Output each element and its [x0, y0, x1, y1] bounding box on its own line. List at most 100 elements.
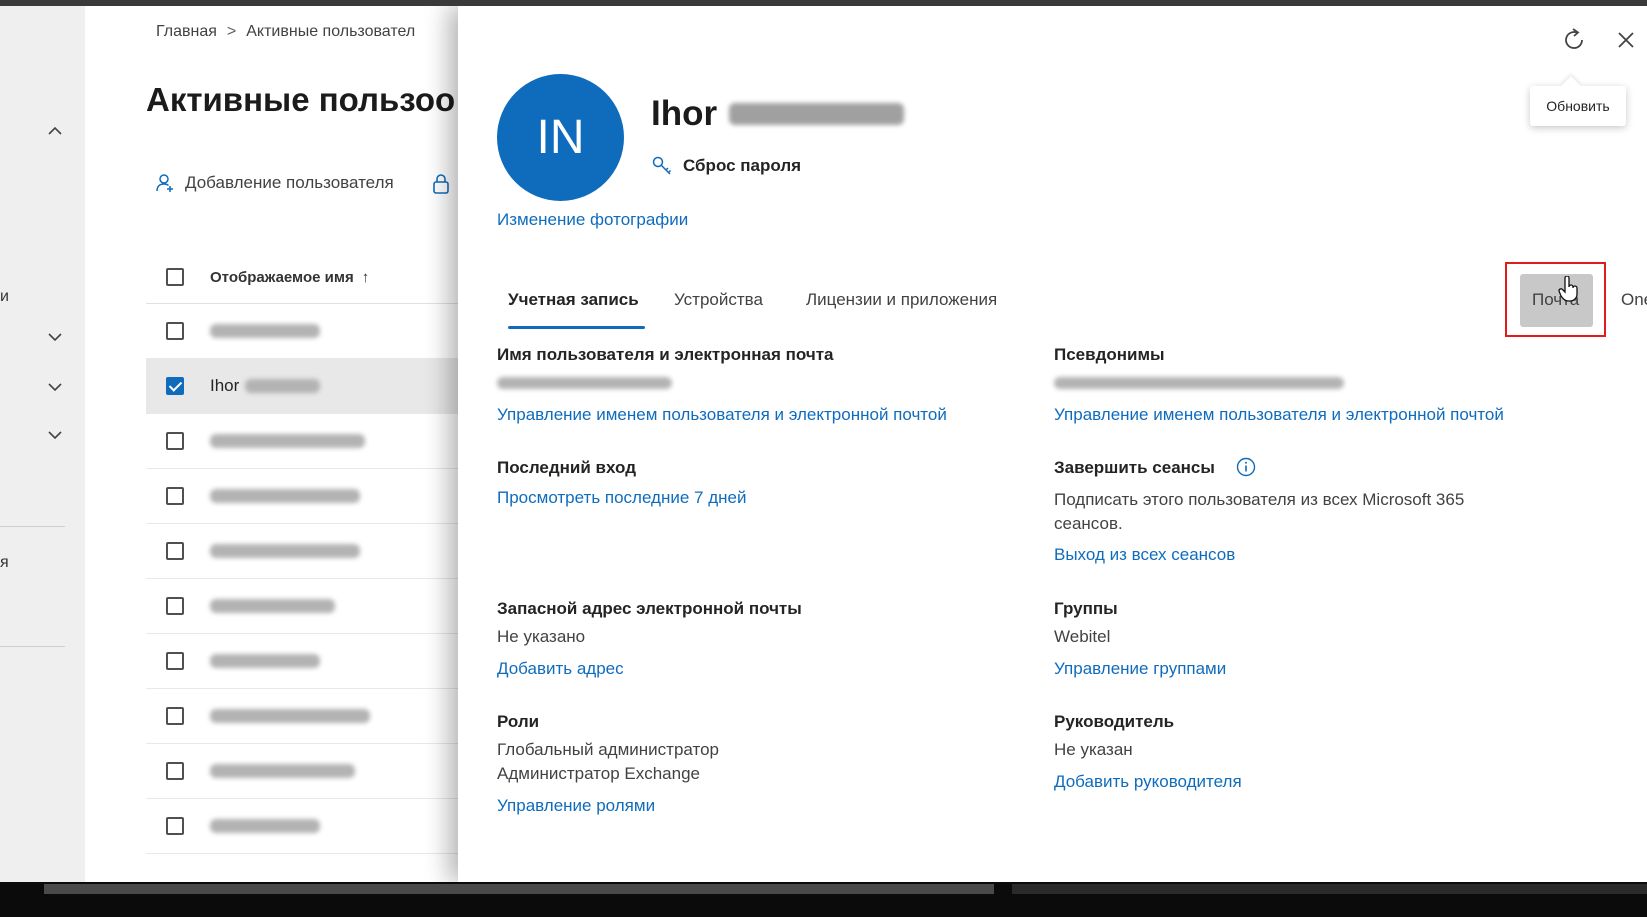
tab-devices[interactable]: Устройства	[674, 290, 763, 310]
table-row[interactable]: Ihor	[146, 359, 466, 414]
row-name: Ihor	[210, 376, 240, 395]
view-last-7-days-link[interactable]: Просмотреть последние 7 дней	[497, 488, 746, 508]
breadcrumb: Главная > Активные пользовател	[156, 23, 415, 41]
bottom-bar	[0, 882, 1647, 917]
chevron-down-icon[interactable]	[46, 328, 64, 346]
nav-divider	[0, 526, 65, 527]
manager-title: Руководитель	[1054, 712, 1175, 731]
row-checkbox[interactable]	[166, 542, 184, 560]
change-photo-link[interactable]: Изменение фотографии	[497, 210, 688, 230]
hand-cursor-icon	[1558, 276, 1578, 302]
table-row[interactable]	[146, 689, 466, 744]
redacted-name	[210, 654, 320, 668]
select-all-checkbox[interactable]	[166, 268, 184, 286]
avatar: IN	[497, 74, 624, 201]
chevron-up-icon[interactable]	[46, 122, 64, 140]
table-row[interactable]	[146, 744, 466, 799]
redacted-name	[210, 489, 360, 503]
left-nav: и я	[0, 6, 85, 882]
reset-password-label: Сброс пароля	[683, 156, 802, 175]
manage-groups-link[interactable]: Управление группами	[1054, 659, 1226, 679]
horizontal-scrollbar[interactable]	[44, 884, 994, 894]
role-global-admin: Глобальный администратор	[497, 740, 719, 759]
column-display-name[interactable]: Отображаемое имя	[210, 269, 354, 286]
row-checkbox[interactable]	[166, 377, 184, 395]
table-row[interactable]	[146, 469, 466, 524]
redacted-name	[245, 379, 321, 393]
groups-title: Группы	[1054, 599, 1118, 618]
sign-out-sessions-title: Завершить сеансы	[1054, 458, 1215, 477]
table-row[interactable]	[146, 579, 466, 634]
key-icon	[652, 156, 672, 175]
redacted-last-name	[729, 103, 905, 125]
table-row[interactable]	[146, 524, 466, 579]
users-list: Отображаемое имя ↑ Ihor	[146, 251, 466, 854]
user-name: Ihor	[651, 94, 905, 134]
close-icon[interactable]	[1614, 28, 1638, 52]
page-title: Активные пользоо	[146, 81, 456, 118]
manage-username-link[interactable]: Управление именем пользователя и электро…	[497, 405, 947, 425]
reset-password-button[interactable]: Сброс пароля	[651, 155, 801, 177]
tab-account[interactable]: Учетная запись	[508, 290, 639, 310]
nav-label-fragment: я	[0, 554, 9, 571]
user-first-name: Ihor	[651, 94, 718, 133]
username-email-title: Имя пользователя и электронная почта	[497, 345, 834, 364]
redacted-name	[210, 599, 335, 613]
sign-out-all-link[interactable]: Выход из всех сеансов	[1054, 545, 1235, 565]
person-add-icon	[156, 174, 173, 192]
table-row[interactable]	[146, 799, 466, 854]
row-checkbox[interactable]	[166, 322, 184, 340]
redacted-name	[210, 764, 355, 778]
manage-roles-link[interactable]: Управление ролями	[497, 796, 655, 816]
nav-divider	[0, 646, 65, 647]
row-checkbox[interactable]	[166, 652, 184, 670]
add-user-label: Добавление пользователя	[185, 173, 394, 192]
manage-aliases-link[interactable]: Управление именем пользователя и электро…	[1054, 405, 1504, 425]
refresh-icon[interactable]	[1560, 26, 1588, 54]
breadcrumb-current: Активные пользовател	[246, 23, 416, 40]
last-sign-in-title: Последний вход	[497, 458, 636, 477]
groups-value: Webitel	[1054, 627, 1111, 646]
chevron-down-icon[interactable]	[46, 378, 64, 396]
redacted-alias	[1054, 377, 1344, 389]
aliases-title: Псевдонимы	[1054, 345, 1165, 364]
sign-out-description-line1: Подписать этого пользователя из всех Mic…	[1054, 490, 1465, 509]
row-checkbox[interactable]	[166, 432, 184, 450]
sort-arrow-icon: ↑	[361, 268, 370, 286]
list-header: Отображаемое имя ↑	[146, 251, 466, 304]
breadcrumb-home[interactable]: Главная	[156, 23, 217, 40]
nav-label-fragment: и	[0, 288, 9, 305]
add-address-link[interactable]: Добавить адрес	[497, 659, 624, 679]
redacted-email	[497, 377, 672, 389]
row-checkbox[interactable]	[166, 487, 184, 505]
info-icon[interactable]	[1236, 457, 1256, 477]
role-exchange-admin: Администратор Exchange	[497, 764, 700, 783]
redacted-name	[210, 544, 360, 558]
redacted-name	[210, 709, 370, 723]
redacted-name	[210, 819, 320, 833]
user-details-panel: Обновить IN Ihor Сброс пароля Изменение …	[458, 6, 1647, 882]
row-checkbox[interactable]	[166, 817, 184, 835]
row-checkbox[interactable]	[166, 762, 184, 780]
scrollbar-track	[1012, 884, 1647, 894]
row-checkbox[interactable]	[166, 597, 184, 615]
table-row[interactable]	[146, 414, 466, 469]
add-manager-link[interactable]: Добавить руководителя	[1054, 772, 1242, 792]
refresh-tooltip: Обновить	[1530, 86, 1626, 126]
manager-value: Не указан	[1054, 740, 1133, 759]
roles-title: Роли	[497, 712, 540, 731]
users-page: Главная > Активные пользовател Активные по…	[85, 6, 466, 882]
table-row[interactable]	[146, 634, 466, 689]
chevron-right-icon: >	[226, 23, 237, 40]
table-row[interactable]	[146, 304, 466, 359]
tab-onedrive[interactable]: OneDrive	[1621, 290, 1647, 310]
tab-licenses-apps[interactable]: Лицензии и приложения	[806, 290, 997, 310]
lock-icon[interactable]	[431, 173, 451, 195]
sign-out-description-line2: сеансов.	[1054, 514, 1123, 533]
active-tab-indicator	[508, 326, 645, 329]
row-checkbox[interactable]	[166, 707, 184, 725]
redacted-name	[210, 324, 320, 338]
chevron-down-icon[interactable]	[46, 426, 64, 444]
add-user-button[interactable]: Добавление пользователя	[155, 173, 394, 193]
alt-email-value: Не указано	[497, 627, 586, 646]
